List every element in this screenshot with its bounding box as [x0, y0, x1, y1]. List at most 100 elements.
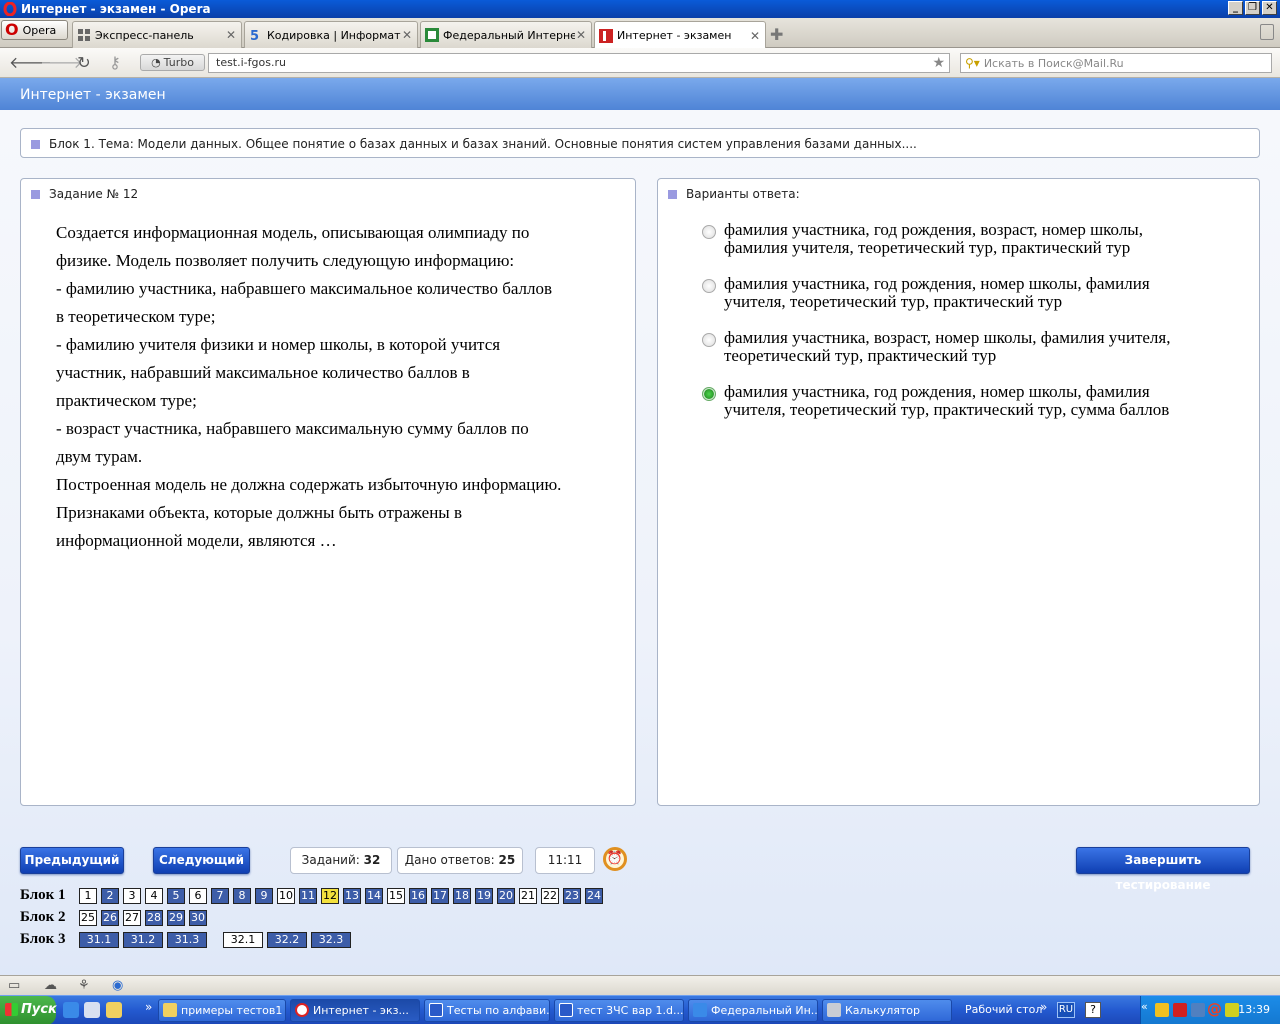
new-tab-icon[interactable]: ✚	[770, 25, 783, 44]
question-nav-button[interactable]: 7	[211, 888, 229, 904]
start-button[interactable]: Пуск	[0, 996, 57, 1024]
question-nav-button[interactable]: 8	[233, 888, 251, 904]
trash-icon[interactable]	[1260, 24, 1274, 40]
radio-button[interactable]	[702, 333, 716, 347]
question-nav-button[interactable]: 20	[497, 888, 515, 904]
tab-close-icon[interactable]: ✕	[225, 28, 237, 42]
question-nav-button[interactable]: 22	[541, 888, 559, 904]
desktop-toolbar-label[interactable]: Рабочий стол	[965, 1003, 1042, 1016]
back-icon[interactable]: 🡐	[9, 53, 52, 73]
folder-icon	[163, 1003, 177, 1017]
question-nav-button[interactable]: 31.1	[79, 932, 119, 948]
language-indicator[interactable]: RU	[1057, 1002, 1075, 1018]
tab-close-icon[interactable]: ✕	[749, 29, 761, 43]
address-bar[interactable]: test.i-fgos.ru ★	[208, 53, 950, 73]
cloud-icon[interactable]: ☁	[44, 978, 57, 993]
question-nav-button[interactable]: 2	[101, 888, 119, 904]
url-text: test.i-fgos.ru	[216, 56, 286, 69]
next-button[interactable]: Следующий	[153, 847, 250, 874]
tab-express-panel[interactable]: Экспресс-панель ✕	[72, 21, 242, 48]
question-nav-button[interactable]: 5	[167, 888, 185, 904]
question-nav-button[interactable]: 32.1	[223, 932, 263, 948]
question-nav-button[interactable]: 27	[123, 910, 141, 926]
pen-icon[interactable]	[1225, 1003, 1239, 1017]
question-nav-button[interactable]: 30	[189, 910, 207, 926]
antivirus-icon[interactable]	[1173, 1003, 1187, 1017]
tab-internet-exam[interactable]: Интернет - экзамен ✕	[594, 21, 766, 49]
question-nav-button[interactable]: 16	[409, 888, 427, 904]
unite-icon[interactable]: ⚘	[78, 978, 90, 993]
taskbar-item-folder[interactable]: примеры тестов1	[158, 999, 286, 1022]
question-nav-button[interactable]: 28	[145, 910, 163, 926]
answer-option-2[interactable]: фамилия участника, год рождения, номер ш…	[702, 275, 1242, 311]
speed-icon[interactable]: ◉	[112, 978, 123, 993]
chevron-icon[interactable]: «	[1141, 1000, 1148, 1013]
bookmark-star-icon[interactable]: ★	[932, 54, 945, 72]
previous-button[interactable]: Предыдущий	[20, 847, 124, 874]
search-icon[interactable]: ⚲▾	[965, 56, 980, 70]
question-nav-button[interactable]: 17	[431, 888, 449, 904]
question-nav-button[interactable]: 21	[519, 888, 537, 904]
question-nav-button[interactable]: 18	[453, 888, 471, 904]
panel-toggle-icon[interactable]: ▭	[8, 978, 20, 993]
question-nav-button[interactable]: 25	[79, 910, 97, 926]
question-nav-button[interactable]: 32.2	[267, 932, 307, 948]
question-nav-button[interactable]: 4	[145, 888, 163, 904]
question-nav-button[interactable]: 1	[79, 888, 97, 904]
answered-count-box: Дано ответов: 25	[397, 847, 523, 874]
key-icon[interactable]: ⚷	[104, 53, 126, 73]
question-nav-button[interactable]: 26	[101, 910, 119, 926]
question-nav-button[interactable]: 29	[167, 910, 185, 926]
tab-federal[interactable]: Федеральный Интерне... ✕	[420, 21, 592, 48]
question-nav-button[interactable]: 6	[189, 888, 207, 904]
turbo-button[interactable]: ◔ Turbo	[140, 54, 205, 71]
question-nav-button[interactable]: 10	[277, 888, 295, 904]
opera-menu-button[interactable]: O Opera	[1, 20, 68, 40]
question-nav-button[interactable]: 31.2	[123, 932, 163, 948]
system-clock: 13:39	[1238, 1003, 1270, 1016]
ie-icon[interactable]	[63, 1002, 79, 1018]
question-nav-button[interactable]: 13	[343, 888, 361, 904]
chevron-icon[interactable]: »	[145, 1000, 152, 1014]
radio-button[interactable]	[702, 279, 716, 293]
alarm-clock-icon: ⏰	[603, 847, 627, 871]
answer-option-4[interactable]: фамилия участника, год рождения, номер ш…	[702, 383, 1242, 419]
network-icon[interactable]	[1191, 1003, 1205, 1017]
question-nav-button[interactable]: 32.3	[311, 932, 351, 948]
chevron-icon[interactable]: »	[1040, 1000, 1047, 1014]
question-nav-button[interactable]: 3	[123, 888, 141, 904]
answer-option-1[interactable]: фамилия участника, год рождения, возраст…	[702, 221, 1242, 257]
question-nav-button[interactable]: 23	[563, 888, 581, 904]
minimize-button[interactable]: _	[1228, 1, 1243, 15]
question-nav-button[interactable]: 14	[365, 888, 383, 904]
taskbar-item-opera[interactable]: Интернет - экз...	[290, 999, 420, 1022]
taskbar-item-calculator[interactable]: Калькулятор	[822, 999, 952, 1022]
shield-icon[interactable]	[1155, 1003, 1169, 1017]
help-icon[interactable]: ?	[1085, 1002, 1101, 1018]
reload-icon[interactable]: ↻	[73, 53, 95, 73]
forward-icon[interactable]: 🡒	[40, 53, 83, 73]
maximize-button[interactable]: ❐	[1245, 1, 1260, 15]
question-nav-button[interactable]: 11	[299, 888, 317, 904]
taskbar-item-word-2[interactable]: тест 3ЧС вар 1.d...	[554, 999, 684, 1022]
answer-option-3[interactable]: фамилия участника, возраст, номер школы,…	[702, 329, 1242, 365]
question-nav-button[interactable]: 12	[321, 888, 339, 904]
finish-test-button[interactable]: Завершить тестирование	[1076, 847, 1250, 892]
question-nav-button[interactable]: 19	[475, 888, 493, 904]
question-nav-button[interactable]: 9	[255, 888, 273, 904]
question-nav-button[interactable]: 31.3	[167, 932, 207, 948]
taskbar-item-word-1[interactable]: Тесты по алфави...	[424, 999, 550, 1022]
tab-close-icon[interactable]: ✕	[575, 28, 587, 42]
tab-encoding[interactable]: 5 Кодировка | Информат... ✕	[244, 21, 418, 48]
radio-button[interactable]	[702, 225, 716, 239]
search-field[interactable]: ⚲▾ Искать в Поиск@Mail.Ru	[960, 53, 1272, 73]
mail-icon[interactable]: @	[1207, 1000, 1222, 1018]
taskbar-item-ie[interactable]: Федеральный Ин...	[688, 999, 818, 1022]
close-button[interactable]: ✕	[1262, 1, 1277, 15]
outlook-icon[interactable]	[84, 1002, 100, 1018]
tab-close-icon[interactable]: ✕	[401, 28, 413, 42]
question-nav-button[interactable]: 24	[585, 888, 603, 904]
radio-button-selected[interactable]	[702, 387, 716, 401]
question-nav-button[interactable]: 15	[387, 888, 405, 904]
folder-icon[interactable]	[106, 1002, 122, 1018]
